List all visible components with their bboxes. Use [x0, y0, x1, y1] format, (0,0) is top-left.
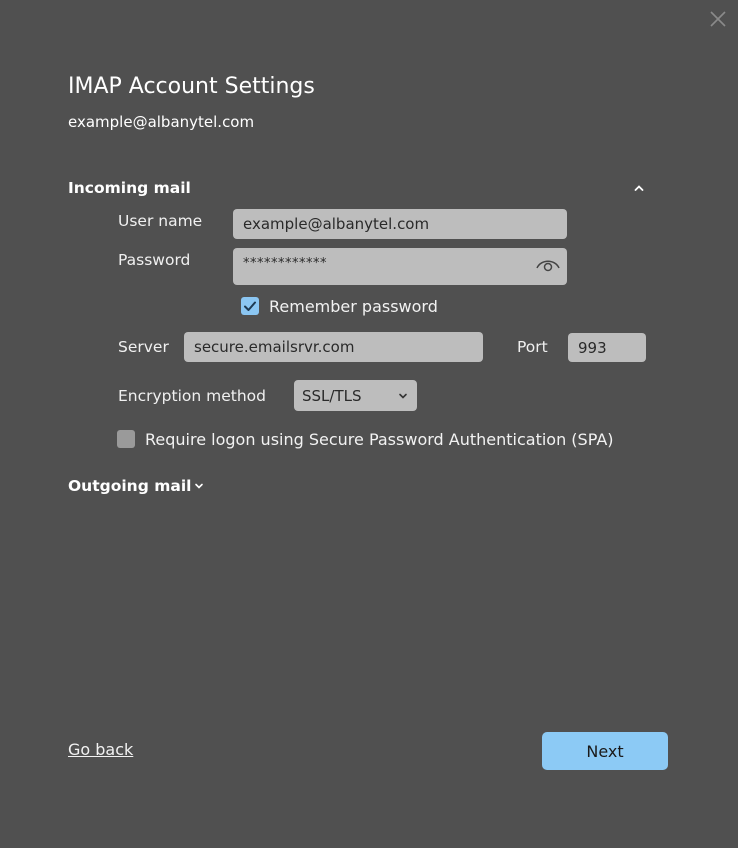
chevron-down-icon	[399, 393, 407, 399]
encryption-method-value: SSL/TLS	[302, 386, 362, 405]
chevron-down-icon	[195, 483, 204, 489]
password-value: ************	[243, 256, 327, 271]
remember-password-label[interactable]: Remember password	[269, 297, 438, 316]
encryption-method-select[interactable]: SSL/TLS	[294, 380, 417, 411]
eye-icon[interactable]	[534, 254, 562, 274]
imap-settings-dialog: IMAP Account Settings example@albanytel.…	[0, 0, 738, 848]
port-field[interactable]: 993	[568, 333, 646, 362]
outgoing-mail-header[interactable]: Outgoing mail	[68, 477, 205, 495]
encryption-method-label: Encryption method	[118, 387, 266, 405]
account-email: example@albanytel.com	[68, 113, 255, 131]
server-value: secure.emailsrvr.com	[194, 338, 355, 356]
username-value: example@albanytel.com	[243, 215, 430, 233]
checkmark-icon	[244, 301, 256, 311]
port-label: Port	[517, 338, 548, 356]
username-field[interactable]: example@albanytel.com	[233, 209, 567, 239]
username-label: User name	[118, 212, 203, 230]
next-button-label: Next	[586, 741, 624, 761]
password-field[interactable]: ************	[233, 248, 567, 285]
remember-password-checkbox[interactable]	[241, 297, 259, 315]
server-label: Server	[118, 338, 169, 356]
page-title: IMAP Account Settings	[68, 74, 315, 99]
close-icon	[710, 11, 726, 27]
password-label: Password	[118, 251, 191, 269]
incoming-mail-header[interactable]: Incoming mail	[68, 179, 191, 197]
outgoing-mail-label: Outgoing mail	[68, 477, 192, 495]
require-spa-label[interactable]: Require logon using Secure Password Auth…	[145, 430, 614, 449]
server-field[interactable]: secure.emailsrvr.com	[184, 332, 483, 362]
require-spa-checkbox[interactable]	[117, 430, 135, 448]
go-back-link[interactable]: Go back	[68, 740, 133, 759]
close-button[interactable]	[708, 9, 728, 29]
chevron-up-icon[interactable]	[632, 180, 646, 194]
port-value: 993	[578, 338, 607, 357]
next-button[interactable]: Next	[542, 732, 668, 770]
